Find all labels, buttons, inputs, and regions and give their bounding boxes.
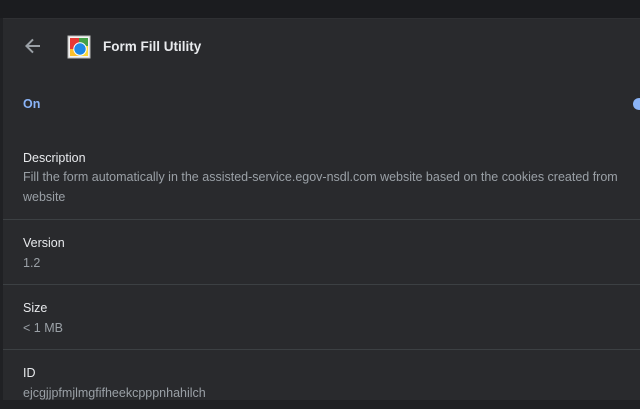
extension-details-panel: Form Fill Utility On Description Fill th… <box>3 18 640 400</box>
extension-title: Form Fill Utility <box>103 39 202 54</box>
enable-toggle[interactable] <box>633 98 640 110</box>
enable-row: On <box>3 75 640 133</box>
toggle-knob <box>633 98 640 110</box>
size-section: Size < 1 MB <box>3 284 640 349</box>
id-label: ID <box>23 366 36 380</box>
details-header: Form Fill Utility <box>3 19 640 75</box>
version-label: Version <box>23 236 65 250</box>
description-text-line2: website <box>23 190 66 204</box>
description-text-line1: Fill the form automatically in the assis… <box>23 170 618 184</box>
back-button[interactable] <box>21 34 45 58</box>
description-section: Description Fill the form automatically … <box>3 133 640 219</box>
arrow-back-icon <box>25 38 40 54</box>
enabled-status-label: On <box>23 97 41 111</box>
version-value: 1.2 <box>23 256 41 270</box>
id-value: ejcgjjpfmjlmgfifheekcpppnhahilch <box>23 386 206 400</box>
version-section: Version 1.2 <box>3 219 640 284</box>
id-section: ID ejcgjjpfmjlmgfifheekcpppnhahilch <box>3 349 640 409</box>
browser-top-bar <box>0 0 640 18</box>
size-value: < 1 MB <box>23 321 63 335</box>
extension-logo-icon <box>67 35 91 59</box>
description-label: Description <box>23 151 86 165</box>
size-label: Size <box>23 301 48 315</box>
